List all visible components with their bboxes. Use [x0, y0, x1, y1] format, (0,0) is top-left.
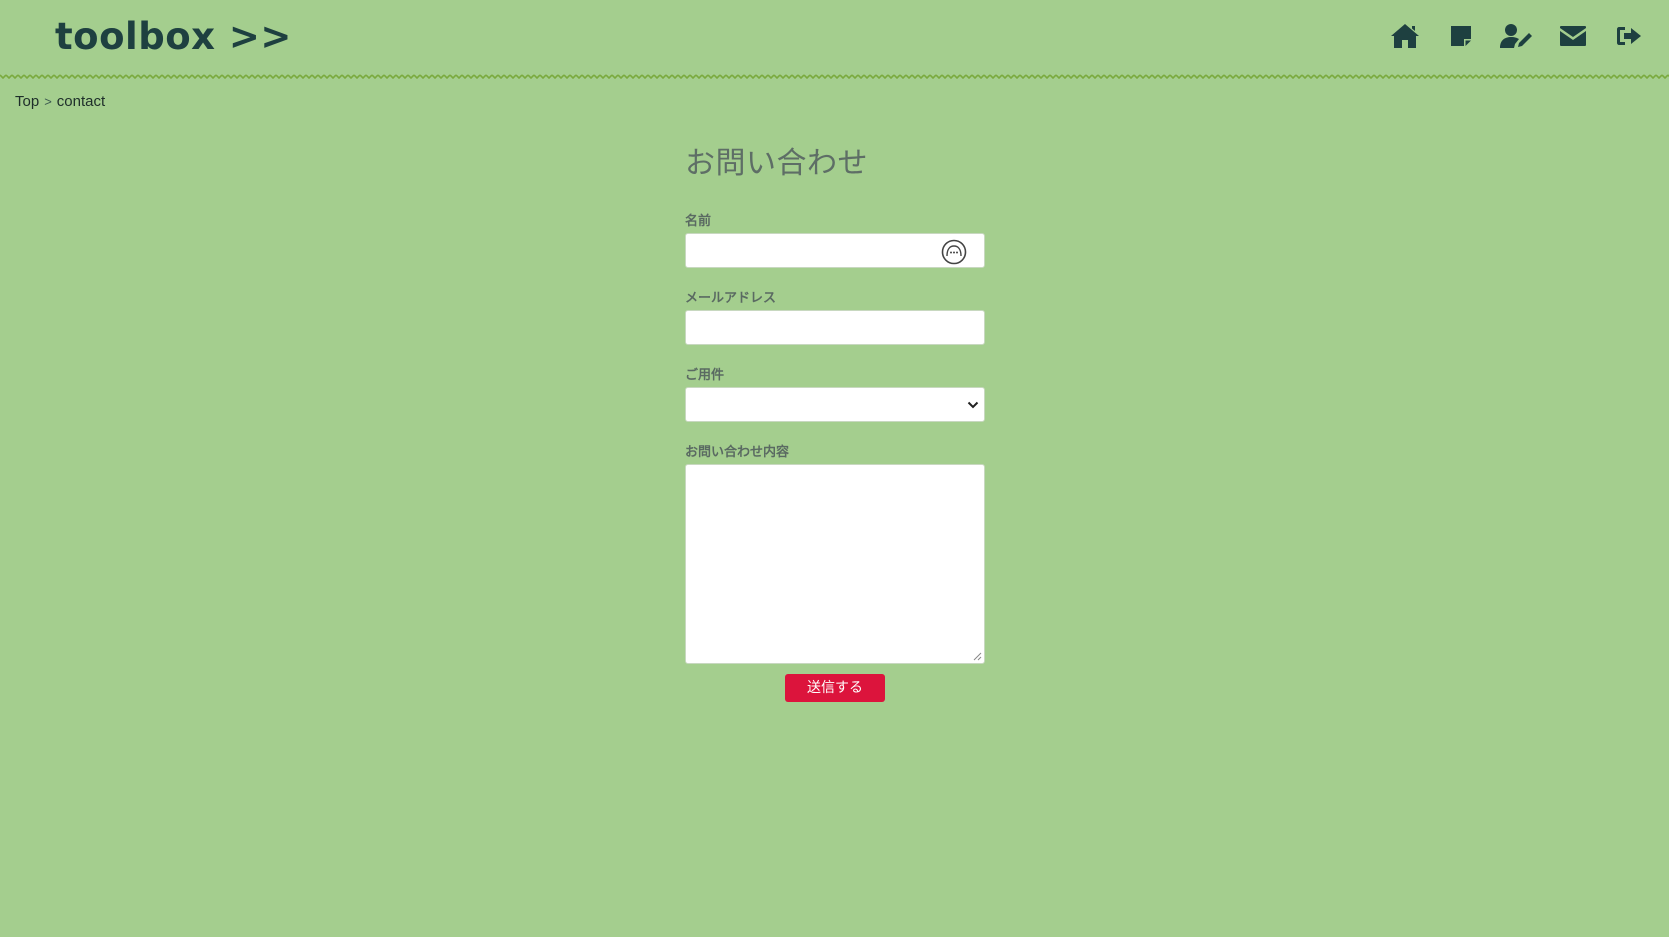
name-input[interactable] [686, 234, 984, 267]
email-input[interactable] [686, 311, 984, 344]
nav-home[interactable] [1377, 21, 1433, 51]
message-label: お問い合わせ内容 [685, 445, 790, 460]
envelope-icon [1560, 26, 1586, 46]
resize-handle-icon[interactable] [973, 652, 982, 661]
breadcrumb-separator: > [44, 94, 52, 109]
nav-profile-edit[interactable] [1489, 21, 1545, 51]
subject-field-group: ご用件 [685, 364, 985, 422]
submit-button[interactable]: 送信する [785, 674, 885, 702]
nav-contact[interactable] [1545, 21, 1601, 51]
email-input-box [685, 310, 985, 345]
breadcrumb-top-link[interactable]: Top [15, 93, 39, 110]
email-label: メールアドレス [685, 291, 777, 306]
sticky-note-icon [1451, 26, 1471, 46]
message-textarea[interactable] [685, 464, 985, 664]
password-manager-icon[interactable] [941, 239, 967, 265]
home-icon [1391, 24, 1419, 48]
subject-label: ご用件 [685, 368, 725, 383]
breadcrumb: Top > contact [15, 93, 105, 110]
nav-logout[interactable] [1601, 21, 1657, 51]
user-edit-icon [1500, 24, 1532, 48]
name-input-box [685, 233, 985, 268]
subject-select[interactable] [685, 387, 985, 422]
site-header: toolbox >> [0, 0, 1669, 80]
chevron-down-icon [967, 401, 979, 409]
header-nav [1377, 21, 1657, 51]
header-divider [0, 74, 1669, 80]
breadcrumb-current: contact [56, 93, 106, 110]
page-title: お問い合わせ [685, 146, 868, 181]
nav-notes[interactable] [1433, 21, 1489, 51]
name-field-group: 名前 [685, 210, 985, 268]
site-logo[interactable]: toolbox >> [55, 15, 292, 58]
contact-form: お問い合わせ 名前 メールアドレス ご用件 お問い合わせ内容 送信する [685, 138, 985, 702]
email-field-group: メールアドレス [685, 287, 985, 345]
name-label: 名前 [685, 214, 712, 229]
submit-row: 送信する [685, 674, 985, 702]
message-field-group: お問い合わせ内容 [685, 441, 985, 664]
sign-out-icon [1617, 27, 1641, 45]
